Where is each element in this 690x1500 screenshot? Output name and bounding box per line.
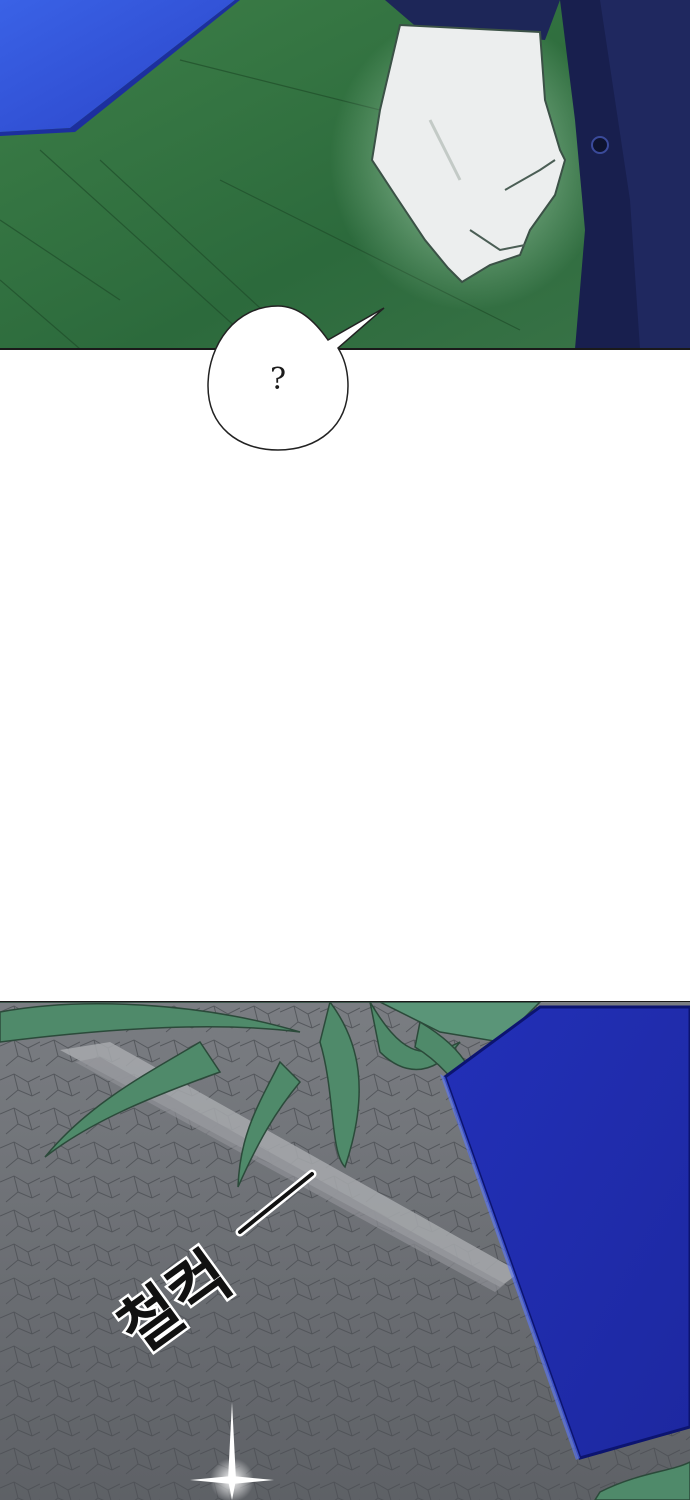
top-panel-art bbox=[0, 0, 690, 349]
jacket-button bbox=[591, 136, 609, 154]
speech-bubble-text: ? bbox=[269, 362, 287, 397]
top-comic-panel bbox=[0, 0, 690, 349]
bottom-comic-panel: 철컥 bbox=[0, 1002, 690, 1500]
bottom-panel-art: 철컥 bbox=[0, 1002, 690, 1500]
